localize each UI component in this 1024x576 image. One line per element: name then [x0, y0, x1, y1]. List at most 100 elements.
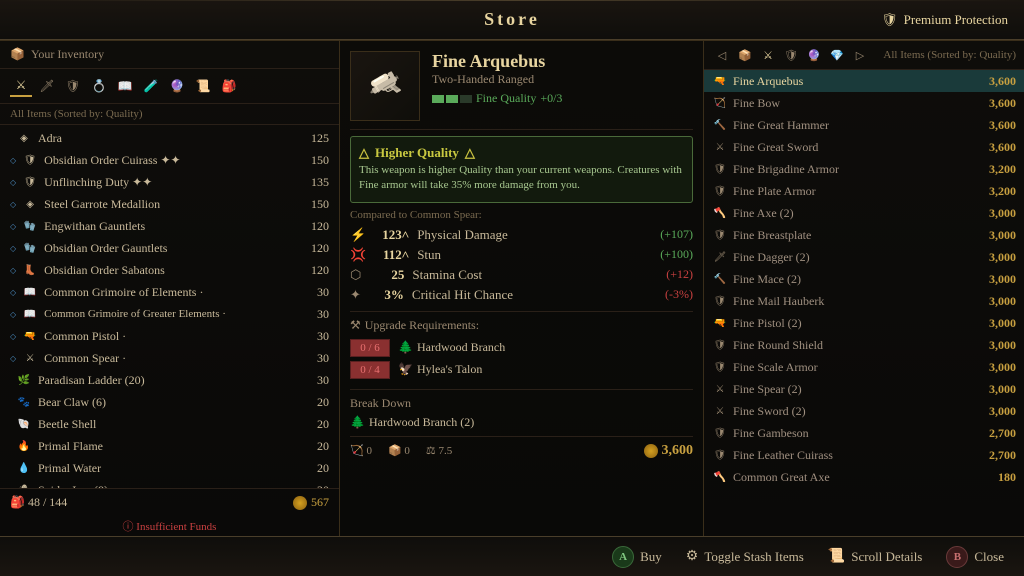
quality-diamond: ◇ [10, 178, 16, 187]
shop-filter-shield[interactable]: 🛡 [781, 45, 801, 65]
shop-item-name: Fine Plate Armor [733, 184, 984, 199]
sort-label: All Items (Sorted by: Quality) [0, 104, 339, 125]
higher-quality-desc: This weapon is higher Quality than your … [359, 163, 684, 194]
shop-item[interactable]: 🪓 Fine Axe (2) 3,000 [704, 202, 1024, 224]
shop-filter-weapons[interactable]: ⚔ [758, 45, 778, 65]
stat-name: Stamina Cost [412, 267, 658, 283]
bottom-bar: A Buy ⚙ Toggle Stash Items 📜 Scroll Deta… [0, 536, 1024, 576]
list-item[interactable]: ◇ 🧤 Obsidian Order Gauntlets 120 [0, 237, 339, 259]
shop-item[interactable]: 🔫 Fine Pistol (2) 3,000 [704, 312, 1024, 334]
shop-filter-prev[interactable]: ◁ [712, 45, 732, 65]
filter-grimoire[interactable]: 📖 [114, 75, 136, 97]
shop-item[interactable]: 🔨 Fine Great Hammer 3,600 [704, 114, 1024, 136]
price-coin-icon [644, 444, 658, 458]
shop-filter-misc[interactable]: 💎 [827, 45, 847, 65]
middle-panel: 🔫 Fine Arquebus Two-Handed Ranged Fine Q… [340, 41, 704, 536]
filter-weapons[interactable]: 🗡 [36, 75, 58, 97]
shop-item[interactable]: 🛡 Fine Brigadine Armor 3,200 [704, 158, 1024, 180]
shop-item[interactable]: 🏹 Fine Bow 3,600 [704, 92, 1024, 114]
item-name: Primal Water [38, 461, 311, 476]
list-item[interactable]: ◇ ◈ Steel Garrote Medallion 150 [0, 193, 339, 215]
item-name: Common Spear · [44, 351, 311, 366]
filter-material[interactable]: 🔮 [166, 75, 188, 97]
item-name: Beetle Shell [38, 417, 311, 432]
shop-item-name: Fine Gambeson [733, 426, 984, 441]
shop-item[interactable]: ⚔ Fine Spear (2) 3,000 [704, 378, 1024, 400]
list-item[interactable]: ◇ 📖 Common Grimoire of Greater Elements … [0, 303, 339, 325]
list-item[interactable]: ◇ 📖 Common Grimoire of Elements · 30 [0, 281, 339, 303]
filter-accessories[interactable]: 💍 [88, 75, 110, 97]
list-item[interactable]: ◇ 🔫 Common Pistol · 30 [0, 325, 339, 347]
close-button[interactable]: B Close [946, 546, 1004, 568]
shop-item[interactable]: 🔫 Fine Arquebus 3,600 [704, 70, 1024, 92]
stat-value: 123˄ [374, 227, 409, 243]
list-item[interactable]: 🔥 Primal Flame 20 [0, 435, 339, 457]
list-item[interactable]: ◇ ⚔ Common Spear · 30 [0, 347, 339, 369]
shop-item-icon: 🏹 [712, 95, 728, 111]
shop-item[interactable]: 🛡 Fine Breastplate 3,000 [704, 224, 1024, 246]
list-item[interactable]: ◇ 👢 Obsidian Order Sabatons 120 [0, 259, 339, 281]
stat-row: 💢 112˄ Stun (+100) [350, 245, 693, 265]
shop-filter-material[interactable]: 🔮 [804, 45, 824, 65]
shop-item-name: Fine Arquebus [733, 74, 984, 89]
stat-value: 3% [369, 287, 404, 303]
shop-filter-chest[interactable]: 📦 [735, 45, 755, 65]
shop-item[interactable]: 🔨 Fine Mace (2) 3,000 [704, 268, 1024, 290]
shop-item[interactable]: ⚔ Fine Sword (2) 3,000 [704, 400, 1024, 422]
shop-item[interactable]: 🛡 Fine Round Shield 3,000 [704, 334, 1024, 356]
shop-item[interactable]: 🛡 Fine Plate Armor 3,200 [704, 180, 1024, 202]
item-image: 🔫 [350, 51, 420, 121]
shop-item[interactable]: 🪓 Common Great Axe 180 [704, 466, 1024, 488]
list-item[interactable]: 🐾 Bear Claw (6) 20 [0, 391, 339, 413]
list-item[interactable]: 🐚 Beetle Shell 20 [0, 413, 339, 435]
shop-item[interactable]: 🗡 Fine Dagger (2) 3,000 [704, 246, 1024, 268]
list-item[interactable]: ◇ 🧤 Engwithan Gauntlets 120 [0, 215, 339, 237]
list-item[interactable]: 💧 Primal Water 20 [0, 457, 339, 479]
shop-item-price: 3,000 [989, 316, 1016, 331]
item-icon: 💧 [16, 460, 32, 476]
shop-filter-next[interactable]: ▷ [850, 45, 870, 65]
item-value: 20 [317, 439, 329, 454]
buy-button[interactable]: A Buy [612, 546, 662, 568]
warning-left-icon: △ [359, 145, 369, 161]
quality-bar [432, 95, 472, 103]
item-name: Engwithan Gauntlets [44, 219, 305, 234]
shop-item[interactable]: 🛡 Fine Gambeson 2,700 [704, 422, 1024, 444]
main-layout: 📦 Your Inventory ⚔ 🗡 🛡 💍 📖 🧪 🔮 📜 🎒 All I… [0, 40, 1024, 536]
toggle-stash-button[interactable]: ⚙ Toggle Stash Items [686, 548, 804, 565]
right-panel: ◁ 📦 ⚔ 🛡 🔮 💎 ▷ All Items (Sorted by: Qual… [704, 41, 1024, 536]
filter-misc[interactable]: 🎒 [218, 75, 240, 97]
item-title: Fine Arquebus [432, 51, 693, 72]
list-item[interactable]: 🌿 Paradisan Ladder (20) 30 [0, 369, 339, 391]
shop-item[interactable]: 🛡 Fine Scale Armor 3,000 [704, 356, 1024, 378]
shop-item[interactable]: 🛡 Fine Mail Hauberk 3,000 [704, 290, 1024, 312]
item-icon: 📖 [22, 284, 38, 300]
shop-item-price: 3,000 [989, 272, 1016, 287]
shop-item-price: 3,600 [989, 140, 1016, 155]
filter-all[interactable]: ⚔ [10, 75, 32, 97]
shop-item-icon: 🛡 [712, 161, 728, 177]
filter-quest[interactable]: 📜 [192, 75, 214, 97]
item-icon: 🐾 [16, 394, 32, 410]
stat-value: 112˄ [374, 247, 409, 263]
filter-armor[interactable]: 🛡 [62, 75, 84, 97]
list-item[interactable]: 🕷 Spider Leg (8) 20 [0, 479, 339, 488]
buy-key: A [612, 546, 634, 568]
item-name: Bear Claw (6) [38, 395, 311, 410]
inventory-footer: 🎒 48 / 144 567 [0, 488, 339, 516]
shop-item[interactable]: ⚔ Fine Great Sword 3,600 [704, 136, 1024, 158]
list-item[interactable]: ◇ 🛡 Obsidian Order Cuirass ✦✦ 150 [0, 149, 339, 171]
list-item[interactable]: ◇ 🛡 Unflinching Duty ✦✦ 135 [0, 171, 339, 193]
shop-item[interactable]: 🛡 Fine Leather Cuirass 2,700 [704, 444, 1024, 466]
inventory-filter-icons: ⚔ 🗡 🛡 💍 📖 🧪 🔮 📜 🎒 [0, 69, 339, 104]
scroll-details-button[interactable]: 📜 Scroll Details [828, 548, 923, 565]
list-item[interactable]: ◈ Adra 125 [0, 127, 339, 149]
shop-item-name: Fine Mail Hauberk [733, 294, 984, 309]
req-icon-2: 🦅 [398, 362, 413, 377]
filter-consumable[interactable]: 🧪 [140, 75, 162, 97]
stat-diff: (+12) [666, 267, 693, 282]
item-value: 120 [311, 241, 329, 256]
upgrade-req-2: 0 / 4 🦅 Hylea's Talon [350, 361, 693, 379]
item-name: Paradisan Ladder (20) [38, 373, 311, 388]
item-value: 30 [317, 307, 329, 322]
